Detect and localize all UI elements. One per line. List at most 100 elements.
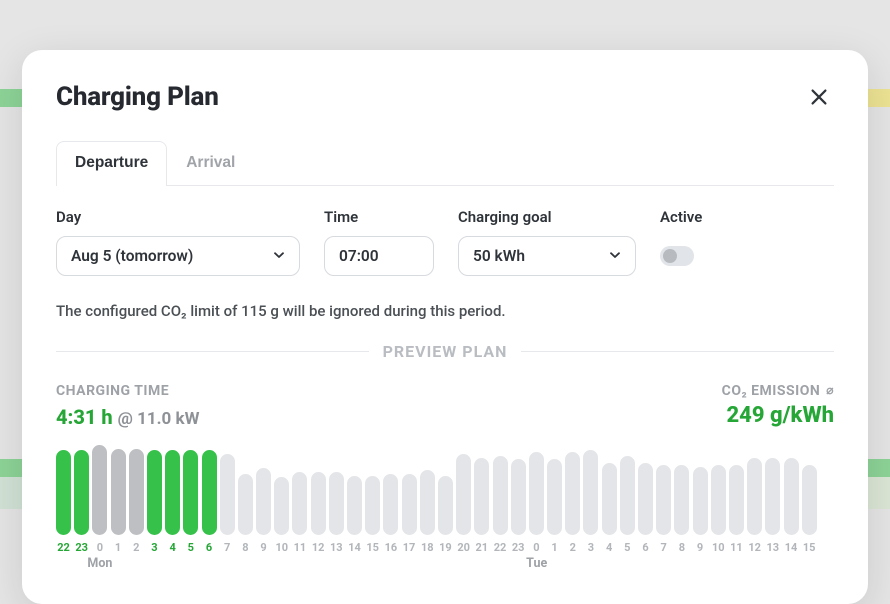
chart-bar <box>456 454 471 535</box>
chart-bar <box>438 476 453 535</box>
chart-tick: 13 <box>765 541 780 554</box>
close-icon <box>808 96 830 111</box>
chart-bar <box>56 450 71 535</box>
metric-charging-time: CHARGING TIME 4:31 h @ 11.0 kW <box>56 383 199 429</box>
chart-tick: 4 <box>602 541 617 554</box>
field-day: Day Aug 5 (tomorrow) <box>56 208 300 276</box>
chart-bar <box>493 456 508 535</box>
close-button[interactable] <box>804 82 834 112</box>
chart-bar <box>402 474 417 535</box>
co2-notice: The configured CO₂ limit of 115 g will b… <box>56 302 834 320</box>
chart-tick: 5 <box>183 541 198 554</box>
chart-bar <box>74 450 89 535</box>
charging-time-value: 4:31 h @ 11.0 kW <box>56 405 199 429</box>
chart-bar <box>474 458 489 535</box>
chart-bar <box>147 450 162 535</box>
chart-bar <box>220 454 235 535</box>
chart-bar <box>129 449 144 535</box>
chart-tick: 20 <box>456 541 471 554</box>
chart-bar <box>565 452 580 535</box>
chart-day-label: Tue <box>526 556 547 571</box>
field-active: Active <box>660 208 702 266</box>
chart-tick: 11 <box>292 541 307 554</box>
chart-bar <box>693 467 708 535</box>
tabs: Departure Arrival <box>56 140 834 186</box>
chart-bar <box>183 450 198 535</box>
chart-tick: 9 <box>693 541 708 554</box>
chart-tick: 17 <box>402 541 417 554</box>
chart-xaxis: 2223012345678910111213141516171819202122… <box>56 541 834 554</box>
chart-tick: 6 <box>638 541 653 554</box>
divider-label: PREVIEW PLAN <box>383 342 508 361</box>
chevron-down-icon <box>609 247 621 265</box>
chart-bar <box>383 474 398 535</box>
chart-tick: 15 <box>365 541 380 554</box>
field-time: Time 07:00 <box>324 208 434 276</box>
co2-value: 249 g/kWh <box>722 403 834 428</box>
modal-header: Charging Plan <box>56 82 834 112</box>
co2-label: CO₂ EMISSION ⌀ <box>722 383 834 399</box>
chart-tick: 8 <box>238 541 253 554</box>
chart-bar <box>92 445 107 535</box>
chart-bar <box>638 463 653 535</box>
time-value: 07:00 <box>339 247 379 265</box>
chart-tick: 7 <box>220 541 235 554</box>
chart-bar <box>274 477 289 535</box>
chart-bar <box>202 450 217 535</box>
goal-select[interactable]: 50 kWh <box>458 236 636 276</box>
chart-bar <box>347 476 362 535</box>
chart-tick: 23 <box>74 541 89 554</box>
chart-bar <box>256 468 271 535</box>
slash-circle-icon: ⌀ <box>826 383 834 397</box>
chart-tick: 18 <box>420 541 435 554</box>
chart-tick: 1 <box>111 541 126 554</box>
goal-label: Charging goal <box>458 208 636 226</box>
divider-line <box>521 351 834 352</box>
chart-bar <box>420 470 435 535</box>
chart-tick: 19 <box>438 541 453 554</box>
chart-tick: 13 <box>329 541 344 554</box>
chart-bar <box>238 474 253 535</box>
charging-time-label: CHARGING TIME <box>56 383 199 399</box>
chart-tick: 5 <box>620 541 635 554</box>
goal-value: 50 kWh <box>473 247 525 265</box>
preview-chart: 2223012345678910111213141516171819202122… <box>56 445 834 574</box>
day-value: Aug 5 (tomorrow) <box>71 247 193 265</box>
chart-bar <box>365 476 380 535</box>
chart-day-labels: Mon Tue <box>56 556 834 574</box>
chart-bar <box>729 465 744 535</box>
chart-tick: 8 <box>674 541 689 554</box>
chart-tick: 11 <box>729 541 744 554</box>
chart-tick: 1 <box>547 541 562 554</box>
chart-tick: 23 <box>511 541 526 554</box>
active-toggle[interactable] <box>660 246 694 266</box>
divider-line <box>56 351 369 352</box>
chart-tick: 10 <box>711 541 726 554</box>
metric-co2: CO₂ EMISSION ⌀ 249 g/kWh <box>722 383 834 429</box>
metrics: CHARGING TIME 4:31 h @ 11.0 kW CO₂ EMISS… <box>56 383 834 429</box>
chart-bar <box>329 472 344 535</box>
chart-bar <box>711 465 726 535</box>
day-label: Day <box>56 208 300 226</box>
chart-day-label: Mon <box>87 556 112 571</box>
chart-tick: 9 <box>256 541 271 554</box>
chart-tick: 16 <box>383 541 398 554</box>
time-input[interactable]: 07:00 <box>324 236 434 276</box>
chart-tick: 0 <box>92 541 107 554</box>
chart-tick: 6 <box>202 541 217 554</box>
chart-bar <box>292 472 307 535</box>
time-label: Time <box>324 208 434 226</box>
tab-arrival[interactable]: Arrival <box>167 141 254 186</box>
charging-plan-modal: Charging Plan Departure Arrival Day Aug … <box>22 50 868 604</box>
chart-bar <box>784 458 799 535</box>
chevron-down-icon <box>273 247 285 265</box>
day-select[interactable]: Aug 5 (tomorrow) <box>56 236 300 276</box>
chart-bar <box>602 463 617 535</box>
chart-bar <box>583 450 598 535</box>
chart-tick: 4 <box>165 541 180 554</box>
chart-bar <box>620 456 635 535</box>
chart-bar <box>656 465 671 535</box>
chart-tick: 21 <box>474 541 489 554</box>
tab-departure[interactable]: Departure <box>56 141 167 186</box>
chart-tick: 15 <box>802 541 817 554</box>
